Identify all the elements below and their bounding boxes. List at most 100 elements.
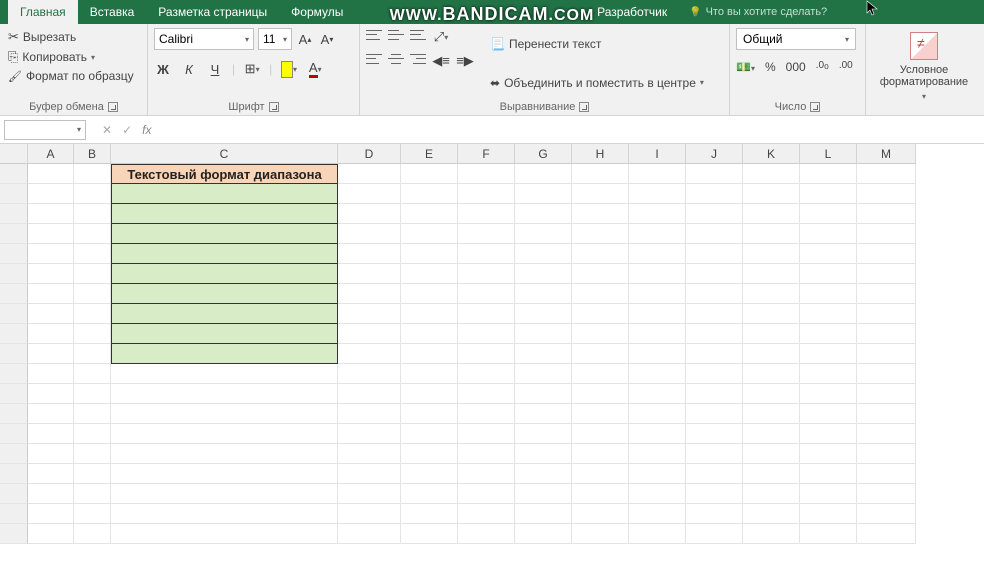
cell[interactable] [686,344,743,364]
cell[interactable] [857,284,916,304]
cell[interactable] [857,264,916,284]
cell[interactable] [74,304,111,324]
cell[interactable] [401,344,458,364]
cell[interactable] [401,284,458,304]
font-size-combo[interactable]: 11 ▾ [258,28,292,50]
range-data-cell[interactable] [111,244,338,264]
cell[interactable] [629,304,686,324]
cell[interactable] [572,204,629,224]
cell[interactable] [572,424,629,444]
cell[interactable] [401,304,458,324]
cell[interactable] [515,404,572,424]
cell[interactable] [686,164,743,184]
range-data-cell[interactable] [111,284,338,304]
cell[interactable] [572,404,629,424]
cell[interactable] [338,284,401,304]
cell[interactable] [401,524,458,544]
cell[interactable] [401,484,458,504]
cell[interactable] [458,204,515,224]
column-header[interactable]: K [743,144,800,164]
cell[interactable] [515,224,572,244]
increase-font-button[interactable]: A▴ [296,30,314,48]
tell-me-search[interactable]: Что вы хотите сделать? [689,6,827,18]
cell[interactable] [401,264,458,284]
cell[interactable] [629,504,686,524]
cell[interactable] [458,344,515,364]
cell[interactable] [572,264,629,284]
merge-center-button[interactable]: ⬌ Объединить и поместить в центре ▾ [490,76,704,90]
align-right-button[interactable] [410,52,426,66]
cell[interactable] [338,484,401,504]
cell[interactable] [338,464,401,484]
cell[interactable] [458,264,515,284]
tab-developer[interactable]: Разработчик [585,0,679,24]
cell[interactable] [686,484,743,504]
cell[interactable] [743,224,800,244]
row-header[interactable] [0,484,28,504]
cell[interactable] [686,444,743,464]
cell[interactable] [28,284,74,304]
cell[interactable] [458,404,515,424]
row-header[interactable] [0,424,28,444]
cell[interactable] [74,404,111,424]
align-left-button[interactable] [366,52,382,66]
cell[interactable] [28,484,74,504]
row-header[interactable] [0,464,28,484]
cell[interactable] [458,524,515,544]
cell[interactable] [515,204,572,224]
range-data-cell[interactable] [111,264,338,284]
cell[interactable] [686,384,743,404]
cell[interactable] [857,184,916,204]
font-color-button[interactable]: A▾ [306,60,324,78]
cell[interactable] [338,164,401,184]
cell[interactable] [515,344,572,364]
cell[interactable] [800,524,857,544]
cell[interactable] [401,424,458,444]
cell[interactable] [515,464,572,484]
cell[interactable] [857,204,916,224]
cell[interactable] [458,484,515,504]
cell[interactable] [572,244,629,264]
cell[interactable] [515,364,572,384]
cell[interactable] [28,324,74,344]
cell[interactable] [800,324,857,344]
cell[interactable] [458,244,515,264]
cell[interactable] [800,224,857,244]
cell[interactable] [111,404,338,424]
cell[interactable] [74,204,111,224]
cell[interactable] [515,244,572,264]
row-header[interactable] [0,284,28,304]
comma-style-button[interactable]: 000 [786,60,806,76]
format-painter-button[interactable]: Формат по образцу [6,68,136,84]
increase-indent-button[interactable]: ≡▶ [456,52,474,70]
cell[interactable] [686,404,743,424]
cell[interactable] [572,184,629,204]
cell[interactable] [629,264,686,284]
cell[interactable] [28,444,74,464]
cell[interactable] [458,184,515,204]
cell[interactable] [338,184,401,204]
cell[interactable] [743,364,800,384]
cell[interactable] [686,424,743,444]
cell[interactable] [28,224,74,244]
cell[interactable] [629,464,686,484]
cell[interactable] [800,264,857,284]
cell[interactable] [743,304,800,324]
cell[interactable] [800,404,857,424]
cell[interactable] [338,364,401,384]
cell[interactable] [686,504,743,524]
cell[interactable] [629,404,686,424]
cell[interactable] [629,484,686,504]
cell[interactable] [743,324,800,344]
range-data-cell[interactable] [111,184,338,204]
cell[interactable] [74,224,111,244]
cell[interactable] [338,424,401,444]
align-top-button[interactable] [366,28,382,42]
cell[interactable] [686,284,743,304]
cell[interactable] [857,524,916,544]
wrap-text-button[interactable]: 📃 Перенести текст [490,37,704,51]
cell[interactable] [572,224,629,244]
alignment-dialog-launcher[interactable] [579,102,589,112]
bold-button[interactable]: Ж [154,60,172,78]
cell[interactable] [74,504,111,524]
